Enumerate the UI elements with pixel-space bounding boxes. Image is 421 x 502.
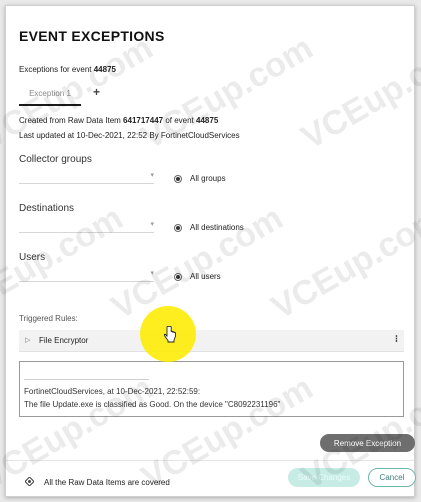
chevron-down-icon: ▾: [150, 172, 154, 179]
expand-arrow-icon[interactable]: ▷: [25, 336, 30, 344]
created-prefix: Created from Raw Data Item: [19, 116, 124, 125]
radio-selected-icon[interactable]: [174, 174, 182, 183]
users-label: Users: [19, 252, 46, 263]
cancel-button[interactable]: Cancel: [368, 468, 416, 487]
add-exception-tab[interactable]: +: [93, 85, 100, 99]
remove-exception-button[interactable]: Remove Exception: [320, 434, 415, 452]
all-destinations-label: All destinations: [190, 223, 244, 232]
triggered-rule-row[interactable]: ▷ File Encryptor ⁝: [19, 330, 404, 352]
exceptions-for-event: Exceptions for event 44875: [19, 65, 116, 74]
comment-author-line: FortinetCloudServices, at 10-Dec-2021, 2…: [24, 387, 201, 396]
all-users-radio-option[interactable]: All users: [174, 272, 221, 281]
dialog-title: EVENT EXCEPTIONS: [19, 28, 165, 44]
destinations-select[interactable]: ▾: [19, 219, 154, 233]
all-groups-radio-option[interactable]: All groups: [174, 174, 226, 183]
coverage-text: All the Raw Data Items are covered: [44, 478, 170, 487]
radio-selected-icon[interactable]: [174, 223, 182, 232]
all-groups-label: All groups: [190, 174, 226, 183]
tab-exception-1[interactable]: Exception 1: [19, 84, 81, 106]
all-users-label: All users: [190, 272, 221, 281]
rule-name: File Encryptor: [39, 336, 89, 345]
comment-text-line: The file Update.exe is classified as Goo…: [24, 400, 281, 409]
exceptions-prefix: Exceptions for event: [19, 65, 94, 74]
footer-divider: [6, 460, 414, 461]
last-updated-line: Last updated at 10-Dec-2021, 22:52 By Fo…: [19, 131, 240, 140]
raw-item-id: 641717447: [123, 116, 164, 125]
diamond-check-icon: [25, 477, 34, 486]
destinations-label: Destinations: [19, 203, 75, 214]
save-changes-button[interactable]: Save Changes: [288, 468, 360, 487]
meta-event-id: 44875: [196, 116, 219, 125]
event-id: 44875: [93, 65, 116, 74]
collector-groups-label: Collector groups: [19, 154, 92, 165]
comment-box[interactable]: FortinetCloudServices, at 10-Dec-2021, 2…: [19, 361, 404, 417]
radio-selected-icon[interactable]: [174, 272, 182, 281]
event-exceptions-dialog: EVENT EXCEPTIONS Exceptions for event 44…: [5, 5, 415, 497]
triggered-rules-label: Triggered Rules:: [19, 314, 78, 323]
chevron-down-icon: ▾: [150, 221, 154, 228]
created-mid: of event: [163, 116, 197, 125]
chevron-down-icon: ▾: [150, 270, 154, 277]
comment-input[interactable]: [24, 364, 149, 380]
users-select[interactable]: ▾: [19, 268, 154, 282]
exception-tabs: Exception 1 +: [19, 84, 404, 106]
all-destinations-radio-option[interactable]: All destinations: [174, 223, 244, 232]
more-options-icon[interactable]: ⁝: [395, 334, 398, 345]
created-from-line: Created from Raw Data Item 641717447 of …: [19, 116, 218, 125]
collector-groups-select[interactable]: ▾: [19, 170, 154, 184]
hand-cursor-icon: [164, 326, 176, 343]
